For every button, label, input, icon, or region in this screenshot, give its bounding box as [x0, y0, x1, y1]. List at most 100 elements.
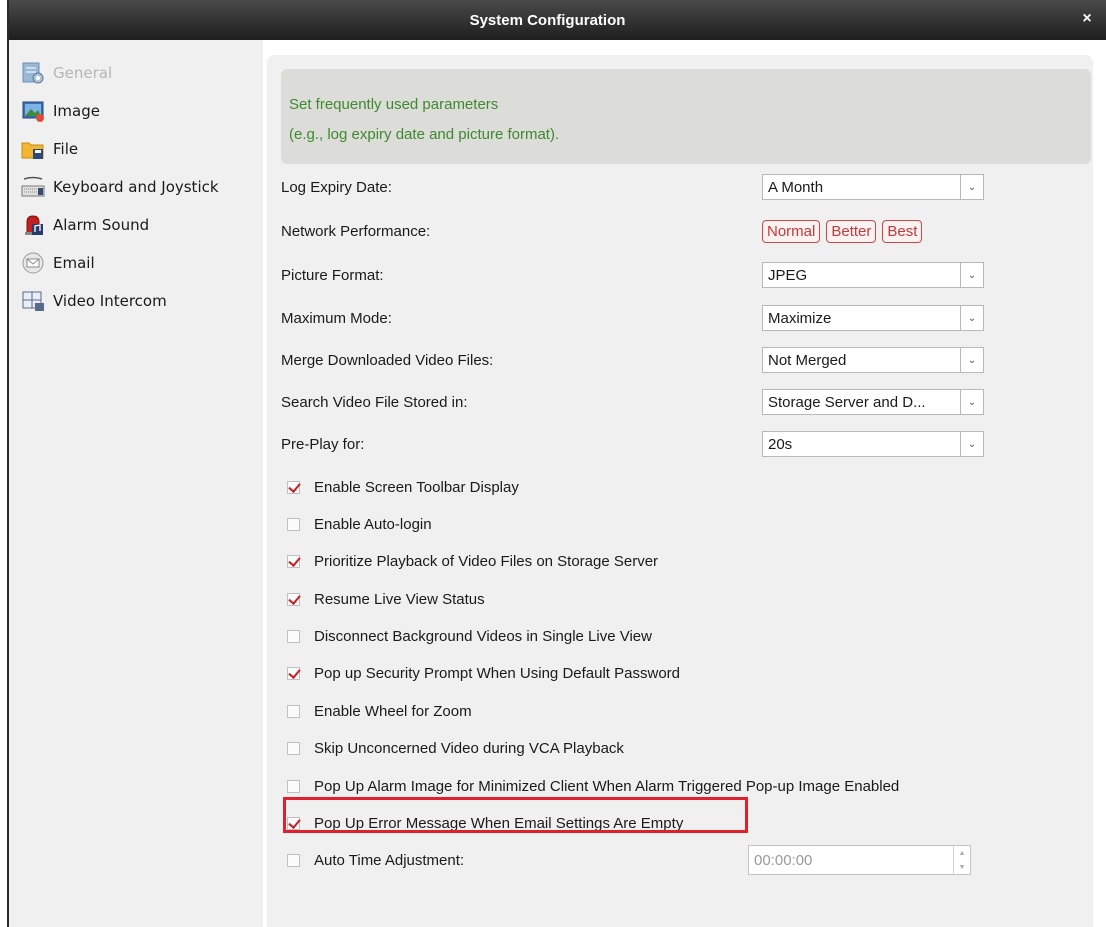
picture-format-label: Picture Format: [281, 266, 384, 284]
chevron-down-icon: ⌄ [960, 390, 983, 414]
spin-up-icon[interactable]: ▲ [954, 846, 970, 860]
checkbox-box[interactable] [287, 517, 300, 531]
checkbox-auto-login[interactable]: Enable Auto-login [287, 512, 432, 536]
sidebar-item-video-intercom[interactable]: Video Intercom [21, 286, 261, 316]
checkbox-label: Disconnect Background Videos in Single L… [314, 627, 652, 645]
sidebar-item-label: Email [53, 254, 95, 272]
alarm-sound-icon [25, 215, 43, 235]
keyboard-icon [21, 176, 45, 197]
pre-play-label: Pre-Play for: [281, 435, 365, 453]
checkbox-box[interactable] [287, 666, 300, 680]
sidebar-item-alarm-sound[interactable]: Alarm Sound [21, 210, 261, 240]
checkbox-box[interactable] [287, 704, 300, 718]
chevron-down-icon: ⌄ [960, 175, 983, 199]
chevron-down-icon: ⌄ [960, 306, 983, 330]
checkbox-label: Resume Live View Status [314, 590, 485, 608]
select-value: A Month [768, 178, 824, 196]
merge-files-label: Merge Downloaded Video Files: [281, 351, 494, 369]
checkbox-disconnect-background[interactable]: Disconnect Background Videos in Single L… [287, 624, 652, 648]
checkbox-email-error-popup[interactable]: Pop Up Error Message When Email Settings… [287, 811, 683, 835]
network-normal-button[interactable]: Normal [762, 219, 821, 243]
video-intercom-icon [22, 291, 44, 311]
folder-icon [21, 142, 44, 159]
email-icon [22, 252, 44, 274]
log-expiry-row: Log Expiry Date: A Month ⌄ [281, 174, 984, 200]
log-expiry-label: Log Expiry Date: [281, 178, 392, 196]
checkbox-security-prompt[interactable]: Pop up Security Prompt When Using Defaul… [287, 661, 680, 685]
network-performance-options: Normal Better Best [762, 219, 923, 243]
network-performance-row: Network Performance: Normal Better Best [281, 218, 981, 244]
sidebar-item-label: Video Intercom [53, 292, 167, 310]
sidebar-item-email[interactable]: Email [21, 248, 261, 278]
network-best-button[interactable]: Best [882, 219, 923, 243]
select-value: 20s [768, 435, 793, 453]
select-value: Not Merged [768, 351, 847, 369]
chevron-down-icon: ⌄ [960, 348, 983, 372]
maximum-mode-row: Maximum Mode: Maximize ⌄ [281, 305, 984, 331]
close-icon[interactable]: × [1080, 11, 1094, 27]
checkbox-box[interactable] [287, 779, 300, 793]
select-value: JPEG [768, 266, 808, 284]
search-stored-select[interactable]: Storage Server and D... ⌄ [762, 389, 984, 415]
checkbox-auto-time[interactable]: Auto Time Adjustment: [287, 848, 464, 872]
sidebar-item-keyboard-and-joystick[interactable]: Keyboard and Joystick [21, 172, 261, 202]
maximum-mode-label: Maximum Mode: [281, 309, 392, 327]
checkbox-box[interactable] [287, 853, 300, 867]
sidebar: General Image File Keyboard and Joystick… [9, 40, 263, 927]
checkbox-label: Enable Screen Toolbar Display [314, 478, 519, 496]
window-title: System Configuration [469, 11, 626, 29]
checkbox-label: Pop Up Alarm Image for Minimized Client … [314, 777, 900, 795]
search-stored-row: Search Video File Stored in: Storage Ser… [281, 389, 984, 415]
checkbox-label: Enable Auto-login [314, 515, 432, 533]
checkbox-box[interactable] [287, 629, 300, 643]
sidebar-item-label: Image [53, 102, 100, 120]
network-better-button[interactable]: Better [826, 219, 877, 243]
maximum-mode-select[interactable]: Maximize ⌄ [762, 305, 984, 331]
chevron-down-icon: ⌄ [960, 263, 983, 287]
sidebar-item-image[interactable]: Image [21, 96, 261, 126]
image-icon [22, 101, 44, 122]
checkbox-label: Pop Up Error Message When Email Settings… [314, 814, 684, 832]
checkbox-box[interactable] [287, 741, 300, 755]
sidebar-item-file[interactable]: File [21, 134, 261, 164]
checkbox-label: Prioritize Playback of Video Files on St… [314, 552, 659, 570]
checkbox-resume-live-view[interactable]: Resume Live View Status [287, 587, 485, 611]
select-value: Storage Server and D... [768, 393, 926, 411]
merge-files-select[interactable]: Not Merged ⌄ [762, 347, 984, 373]
checkbox-box[interactable] [287, 592, 300, 606]
checkbox-box[interactable] [287, 554, 300, 568]
checkbox-wheel-zoom[interactable]: Enable Wheel for Zoom [287, 699, 472, 723]
info-banner: Set frequently used parameters (e.g., lo… [281, 69, 1091, 164]
spin-down-icon[interactable]: ▼ [954, 860, 970, 874]
merge-files-row: Merge Downloaded Video Files: Not Merged… [281, 347, 984, 373]
general-settings-icon [22, 62, 44, 84]
sidebar-item-label: File [53, 140, 79, 158]
sidebar-item-label: General [53, 64, 113, 82]
checkbox-skip-unconcerned[interactable]: Skip Unconcerned Video during VCA Playba… [287, 736, 624, 760]
sidebar-item-label: Keyboard and Joystick [53, 178, 219, 196]
pre-play-select[interactable]: 20s ⌄ [762, 431, 984, 457]
general-settings-panel: Set frequently used parameters (e.g., lo… [267, 55, 1093, 927]
search-stored-label: Search Video File Stored in: [281, 393, 468, 411]
checkbox-label: Enable Wheel for Zoom [314, 702, 472, 720]
chevron-down-icon: ⌄ [960, 432, 983, 456]
picture-format-row: Picture Format: JPEG ⌄ [281, 262, 984, 288]
checkbox-label: Skip Unconcerned Video during VCA Playba… [314, 739, 624, 757]
auto-time-input[interactable]: 00:00:00 ▲ ▼ [748, 845, 971, 875]
checkbox-alarm-image-popup[interactable]: Pop Up Alarm Image for Minimized Client … [287, 774, 899, 798]
banner-line: (e.g., log expiry date and picture forma… [289, 126, 560, 143]
checkbox-box[interactable] [287, 816, 300, 830]
sidebar-item-general[interactable]: General [21, 58, 261, 88]
checkbox-screen-toolbar[interactable]: Enable Screen Toolbar Display [287, 475, 519, 499]
banner-line: Set frequently used parameters [289, 96, 499, 113]
time-value: 00:00:00 [754, 851, 813, 869]
checkbox-box[interactable] [287, 480, 300, 494]
title-bar: System Configuration × [9, 0, 1106, 40]
sidebar-item-label: Alarm Sound [53, 216, 150, 234]
picture-format-select[interactable]: JPEG ⌄ [762, 262, 984, 288]
network-performance-label: Network Performance: [281, 222, 431, 240]
log-expiry-select[interactable]: A Month ⌄ [762, 174, 984, 200]
pre-play-row: Pre-Play for: 20s ⌄ [281, 431, 984, 457]
checkbox-prioritize-playback[interactable]: Prioritize Playback of Video Files on St… [287, 549, 658, 573]
checkbox-label: Auto Time Adjustment: [314, 851, 465, 869]
